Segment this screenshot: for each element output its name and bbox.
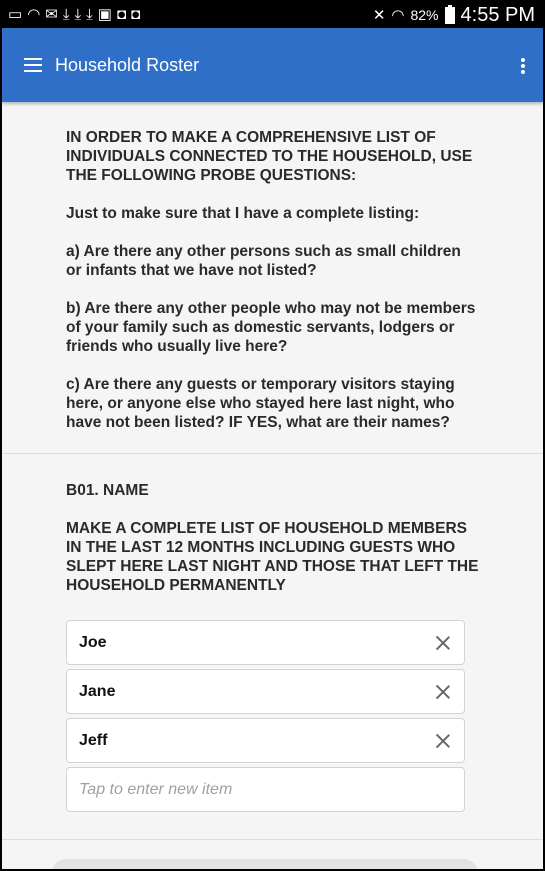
probe-question-c: c) Are there any guests or temporary vis… [66,376,455,431]
list-item[interactable]: Jeff [66,718,465,763]
form-content[interactable]: IN ORDER TO MAKE A COMPREHENSIVE LIST OF… [2,102,543,869]
list-item-label: Jeff [79,731,108,749]
probe-question-a: a) Are there any other persons such as s… [66,243,461,279]
system-status: ✕ ◠ 82% 4:55 PM [373,4,535,27]
new-item-input[interactable] [66,767,465,812]
download-icon: ⤓ [62,6,70,23]
b01-name-question: B01. NAME MAKE A COMPLETE LIST OF HOUSEH… [2,454,543,840]
cast-icon: ▭ [8,6,23,23]
question-instruction: MAKE A COMPLETE LIST OF HOUSEHOLD MEMBER… [66,520,479,594]
close-icon[interactable] [435,635,451,651]
question-title: B01. NAME [66,482,149,499]
bag-icon: ◘ [116,6,127,23]
list-item[interactable]: Joe [66,620,465,665]
image-icon: ▣ [97,6,112,23]
probe-section: IN ORDER TO MAKE A COMPREHENSIVE LIST OF… [2,102,543,454]
wifi-icon: ◠ [391,7,405,24]
probe-intro: Just to make sure that I have a complete… [66,205,420,222]
download-icon: ⤓ [86,6,93,23]
close-icon[interactable] [435,733,451,749]
mail-icon: ✉ [45,6,58,23]
download-icon: ⤓ [74,6,82,23]
page-title: Household Roster [55,54,200,75]
close-icon[interactable] [435,684,451,700]
app-screen: ▭ ◠ ✉ ⤓ ⤓ ⤓ ▣ ◘ ◘ ✕ ◠ 82% 4:55 PM Househ… [0,0,545,871]
hamburger-menu-icon[interactable] [24,58,42,72]
mute-icon: ✕ [372,7,386,24]
app-bar: Household Roster [2,28,543,102]
probe-heading: IN ORDER TO MAKE A COMPREHENSIVE LIST OF… [66,129,473,184]
clock: 4:55 PM [460,3,535,26]
overflow-menu-icon[interactable] [521,58,525,74]
battery-icon [444,4,455,24]
wifi-question-icon: ◠ [27,6,41,23]
list-item-label: Jane [79,682,116,700]
probe-question-b: b) Are there any other people who may no… [66,300,476,355]
next-button[interactable] [52,859,478,869]
list-item[interactable]: Jane [66,669,465,714]
notification-icons: ▭ ◠ ✉ ⤓ ⤓ ⤓ ▣ ◘ ◘ [8,6,140,24]
battery-percent: 82% [410,7,439,23]
bag-icon: ◘ [131,6,141,23]
list-item-label: Joe [79,633,107,651]
status-bar: ▭ ◠ ✉ ⤓ ⤓ ⤓ ▣ ◘ ◘ ✕ ◠ 82% 4:55 PM [2,2,543,28]
